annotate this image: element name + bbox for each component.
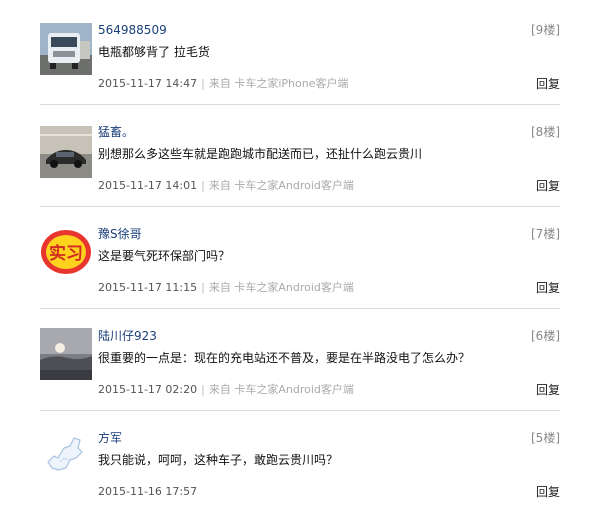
comment-text: 很重要的一点是：现在的充电站还不普及，要是在半路没电了怎么办？: [98, 351, 471, 365]
reply-button[interactable]: 回复: [536, 76, 560, 92]
floor-label: [5楼]: [531, 431, 560, 445]
comment-meta: 2015-11-17 14:47 | 来自 卡车之家iPhone客户端: [98, 76, 348, 92]
username[interactable]: 陆川仔923: [98, 328, 157, 344]
divider: [40, 410, 560, 411]
comment-item: 564988509 [9楼] 电瓶都够背了 拉毛货 2015-11-17 14:…: [40, 22, 560, 94]
meta-separator: |: [201, 77, 205, 90]
comment-date: 2015-11-17 14:01: [98, 179, 198, 192]
username[interactable]: 猛畜。: [98, 124, 134, 140]
default-map-avatar-icon: [40, 432, 92, 484]
comment-date: 2015-11-16 17:57: [98, 485, 198, 498]
truck-photo-icon: [40, 23, 92, 75]
divider: [40, 308, 560, 309]
reply-button[interactable]: 回复: [536, 382, 560, 398]
comment-meta: 2015-11-17 14:01 | 来自 卡车之家Android客户端: [98, 178, 354, 194]
floor-label: [9楼]: [531, 23, 560, 37]
meta-separator: |: [201, 383, 205, 396]
username[interactable]: 564988509: [98, 22, 167, 38]
comment-date: 2015-11-17 14:47: [98, 77, 198, 90]
comment-text: 电瓶都够背了 拉毛货: [98, 45, 210, 59]
comment-item: 猛畜。 [8楼] 别想那么多这些车就是跑跑城市配送而已，还扯什么跑云贵川 201…: [40, 124, 560, 196]
comment-item: 陆川仔923 [6楼] 很重要的一点是：现在的充电站还不普及，要是在半路没电了怎…: [40, 328, 560, 400]
comment-meta: 2015-11-16 17:57: [98, 484, 197, 500]
avatar[interactable]: [40, 23, 92, 75]
floor-label: [8楼]: [531, 125, 560, 139]
comment-date: 2015-11-17 11:15: [98, 281, 198, 294]
comment-text: 别想那么多这些车就是跑跑城市配送而已，还扯什么跑云贵川: [98, 147, 423, 161]
comment-item: 方军 [5楼] 我只能说，呵呵，这种车子，敢跑云贵川吗？ 2015-11-16 …: [40, 430, 560, 502]
reply-button[interactable]: 回复: [536, 280, 560, 296]
comment-source: 来自 卡车之家Android客户端: [208, 179, 354, 192]
comment-source: 来自 卡车之家Android客户端: [208, 383, 354, 396]
reply-button[interactable]: 回复: [536, 178, 560, 194]
floor-label: [7楼]: [531, 227, 560, 241]
comment-meta: 2015-11-17 02:20 | 来自 卡车之家Android客户端: [98, 382, 354, 398]
meta-separator: |: [201, 179, 205, 192]
avatar[interactable]: [40, 432, 92, 484]
comment-text: 我只能说，呵呵，这种车子，敢跑云贵川吗？: [98, 453, 339, 467]
divider: [40, 104, 560, 105]
avatar[interactable]: [40, 328, 92, 380]
avatar[interactable]: 实习: [40, 226, 92, 278]
avatar[interactable]: [40, 126, 92, 178]
comment-source: 来自 卡车之家iPhone客户端: [208, 77, 349, 90]
comment-list: 564988509 [9楼] 电瓶都够背了 拉毛货 2015-11-17 14:…: [0, 0, 600, 510]
comment-date: 2015-11-17 02:20: [98, 383, 198, 396]
floor-label: [6楼]: [531, 329, 560, 343]
meta-separator: |: [201, 281, 205, 294]
divider: [40, 206, 560, 207]
sports-car-photo-icon: [40, 126, 92, 178]
sunset-landscape-photo-icon: [40, 328, 92, 380]
intern-badge-icon: 实习: [40, 226, 92, 278]
comment-source: 来自 卡车之家Android客户端: [208, 281, 354, 294]
username[interactable]: 方军: [98, 430, 122, 446]
comment-meta: 2015-11-17 11:15 | 来自 卡车之家Android客户端: [98, 280, 354, 296]
comment-text: 这是要气死环保部门吗？: [98, 249, 231, 263]
comment-item: 实习 豫S徐哥 [7楼] 这是要气死环保部门吗？ 2015-11-17 11:1…: [40, 226, 560, 298]
reply-button[interactable]: 回复: [536, 484, 560, 500]
username[interactable]: 豫S徐哥: [98, 226, 142, 242]
intern-badge-text: 实习: [49, 243, 83, 264]
